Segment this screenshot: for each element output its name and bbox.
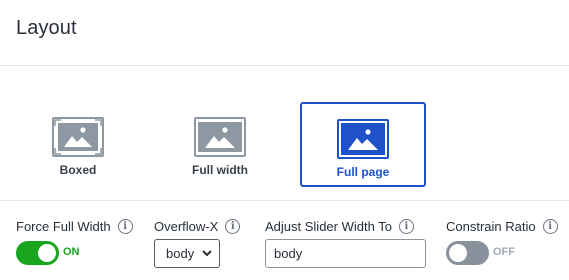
chevron-down-icon	[202, 250, 212, 257]
force-full-width-toggle[interactable]	[16, 241, 59, 265]
toggle-knob	[449, 244, 467, 262]
layout-option-label: Full page	[336, 165, 390, 179]
full-width-layout-icon	[194, 117, 246, 157]
adjust-slider-width-label: Adjust Slider Width To i	[265, 219, 414, 234]
boxed-layout-icon	[52, 117, 104, 157]
layout-settings: Force Full Width i ON Overflow-X i body …	[0, 202, 569, 280]
adjust-slider-width-input[interactable]: body	[265, 239, 426, 268]
layout-option-boxed[interactable]: Boxed	[15, 102, 141, 187]
force-full-width-state: ON	[63, 246, 80, 258]
overflow-x-select[interactable]: body	[154, 239, 220, 268]
layout-option-label: Full width	[192, 163, 248, 177]
adjust-slider-width-label-text: Adjust Slider Width To	[265, 219, 392, 234]
info-icon[interactable]: i	[225, 219, 241, 234]
adjust-slider-width-value: body	[274, 246, 303, 261]
layout-option-full-width[interactable]: Full width	[157, 102, 283, 187]
overflow-x-label-text: Overflow-X	[154, 219, 219, 234]
panel-header: Layout	[0, 0, 569, 66]
constrain-ratio-label: Constrain Ratio i	[446, 219, 558, 234]
full-page-layout-icon	[337, 119, 389, 159]
info-icon[interactable]: i	[398, 219, 414, 234]
layout-option-label: Boxed	[59, 163, 97, 177]
constrain-ratio-label-text: Constrain Ratio	[446, 219, 536, 234]
info-icon[interactable]: i	[542, 219, 558, 234]
constrain-ratio-state: OFF	[493, 246, 515, 258]
info-icon[interactable]: i	[117, 219, 133, 234]
layout-options: Boxed Full width Full page	[0, 67, 569, 201]
toggle-knob	[38, 244, 56, 262]
force-full-width-label: Force Full Width i	[16, 219, 133, 234]
panel-title: Layout	[16, 17, 77, 39]
force-full-width-label-text: Force Full Width	[16, 219, 111, 234]
constrain-ratio-toggle[interactable]	[446, 241, 489, 265]
layout-option-full-page[interactable]: Full page	[300, 102, 426, 187]
overflow-x-value: body	[166, 246, 195, 261]
overflow-x-label: Overflow-X i	[154, 219, 241, 234]
